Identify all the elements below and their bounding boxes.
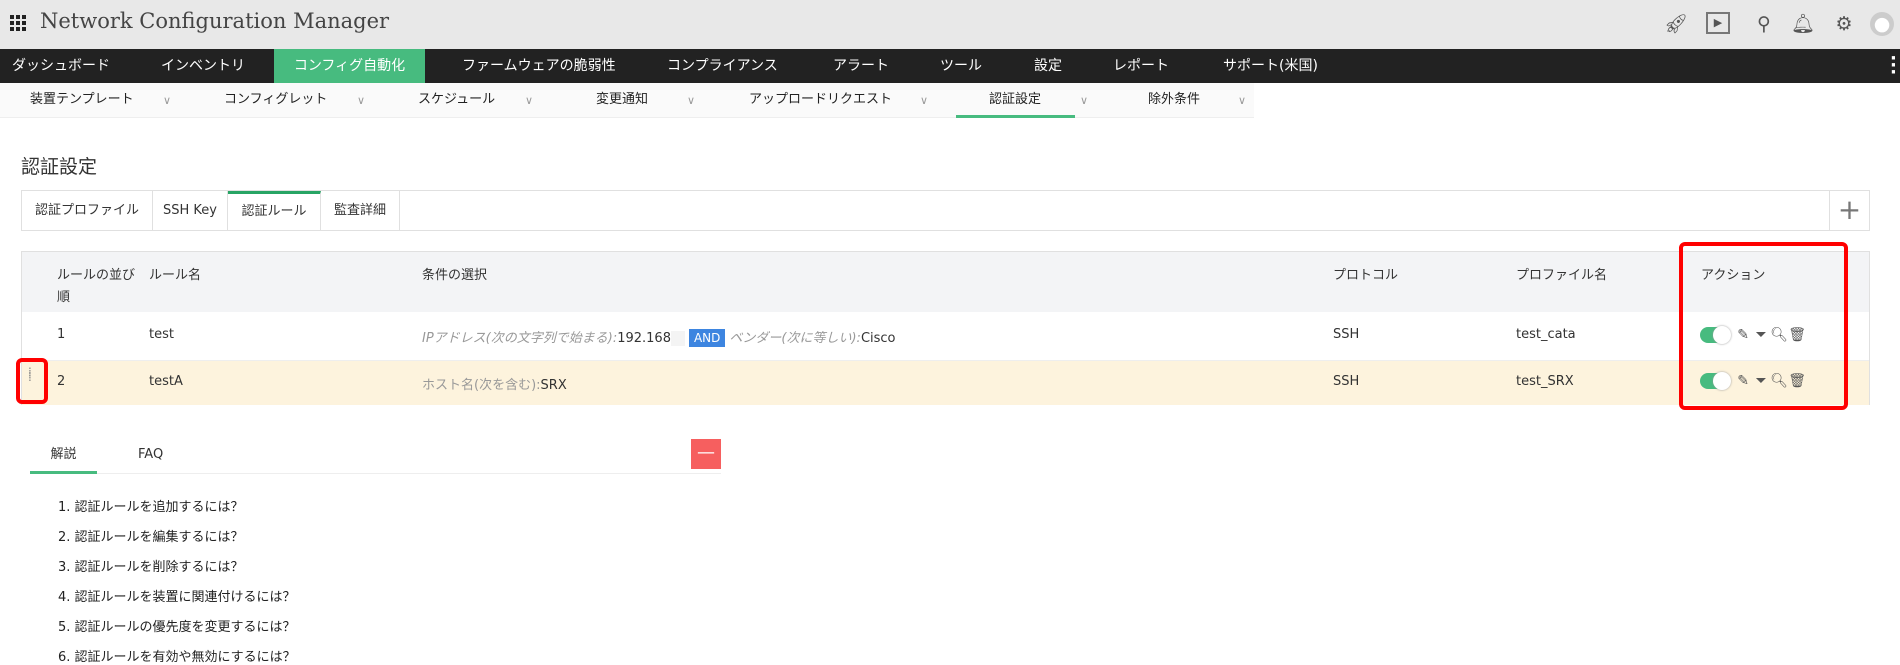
- nav-compliance[interactable]: コンプライアンス: [655, 49, 790, 83]
- subnav-configlets[interactable]: コンフィグレット: [224, 83, 327, 118]
- faq-item[interactable]: 6. 認証ルールを有効や無効にするには？: [58, 646, 296, 665]
- rule-protocol: SSH: [1333, 374, 1360, 389]
- faq-item[interactable]: 3. 認証ルールを削除するには？: [58, 556, 244, 575]
- more-menu-icon[interactable]: · · ·: [1890, 50, 1897, 82]
- chevron-down-icon[interactable]: ∨: [1080, 83, 1088, 118]
- bell-icon[interactable]: 🔔︎: [1791, 12, 1815, 36]
- nav-firmware-vulnerability[interactable]: ファームウェアの脆弱性: [450, 49, 628, 83]
- faq-item[interactable]: 4. 認証ルールを装置に関連付けるには？: [58, 586, 296, 605]
- col-condition: 条件の選択: [422, 268, 488, 283]
- nav-alerts[interactable]: アラート: [821, 49, 901, 83]
- chevron-down-icon[interactable]: ∨: [687, 83, 695, 118]
- app-title: Network Configuration Manager: [40, 9, 390, 33]
- nav-dashboard[interactable]: ダッシュボード: [0, 49, 122, 83]
- faq-item[interactable]: 1. 認証ルールを追加するには？: [58, 496, 244, 515]
- main-nav: ダッシュボード インベントリ コンフィグ自動化 ファームウェアの脆弱性 コンプラ…: [0, 49, 1900, 83]
- table-row[interactable]: 2 testA ホスト名(次を含む):SRX SSH test_SRX ✎ ⏷ 🔍︎…: [22, 361, 1869, 405]
- presentation-icon[interactable]: ▶: [1706, 12, 1730, 34]
- condition-value: SRX: [540, 378, 567, 393]
- condition-label: ホスト名(次を含む):: [422, 378, 541, 393]
- chevron-down-icon[interactable]: ∨: [1238, 83, 1246, 118]
- user-avatar-icon[interactable]: ●: [1870, 12, 1894, 36]
- chevron-down-icon[interactable]: ∨: [525, 83, 533, 118]
- nav-settings[interactable]: 設定: [1022, 49, 1074, 83]
- tab-bar: 認証プロファイル SSH Key 認証ルール 監査詳細 +: [21, 190, 1870, 231]
- tab-credential-profile[interactable]: 認証プロファイル: [22, 191, 153, 230]
- sub-nav: 装置テンプレート ∨ コンフィグレット ∨ スケジュール ∨ 変更通知 ∨ アッ…: [0, 83, 1254, 118]
- nav-tools[interactable]: ツール: [928, 49, 994, 83]
- condition-value: Cisco: [860, 331, 896, 346]
- and-badge: AND: [688, 329, 726, 347]
- help-tabs: 解説 FAQ: [30, 440, 721, 474]
- chevron-down-icon[interactable]: ∨: [357, 83, 365, 118]
- add-rule-button[interactable]: +: [1829, 191, 1869, 230]
- col-profile-name[interactable]: プロファイル名: [1516, 265, 1607, 287]
- tab-ssh-key[interactable]: SSH Key: [153, 191, 228, 230]
- annotation-highlight-actions: [1679, 242, 1848, 410]
- condition-label: ベンダー(次に等しい):: [729, 331, 861, 346]
- faq-item[interactable]: 2. 認証ルールを編集するには？: [58, 526, 244, 545]
- col-protocol[interactable]: プロトコル: [1333, 265, 1398, 287]
- condition-label: IPアドレス(次の文字列で始まる):: [422, 331, 618, 346]
- rule-order: 2: [57, 374, 66, 389]
- tab-audit-details[interactable]: 監査詳細: [321, 191, 400, 230]
- subnav-device-templates[interactable]: 装置テンプレート: [30, 83, 134, 118]
- gear-icon[interactable]: ⚙: [1832, 12, 1856, 36]
- col-order[interactable]: ルールの並び順: [57, 265, 137, 309]
- rule-protocol: SSH: [1333, 327, 1360, 342]
- col-rule-name[interactable]: ルール名: [149, 265, 201, 287]
- page-title: 認証設定: [21, 156, 98, 178]
- chevron-down-icon[interactable]: ∨: [920, 83, 928, 118]
- nav-support[interactable]: サポート(米国): [1211, 49, 1330, 83]
- annotation-highlight-drag: [16, 358, 48, 404]
- app-grid-icon[interactable]: [10, 15, 26, 31]
- help-tab-explanation[interactable]: 解説: [30, 440, 97, 474]
- subnav-upload-requests[interactable]: アップロードリクエスト: [749, 83, 892, 118]
- subnav-schedule[interactable]: スケジュール: [418, 83, 495, 118]
- rule-condition: IPアドレス(次の文字列で始まる):192.168 AND ベンダー(次に等しい)…: [422, 327, 896, 347]
- condition-value: 192.168: [617, 331, 671, 346]
- search-icon[interactable]: ⚲: [1752, 12, 1776, 36]
- faq-item[interactable]: 5. 認証ルールの優先度を変更するには？: [58, 616, 296, 635]
- rule-condition: ホスト名(次を含む):SRX: [422, 374, 567, 393]
- table-header: ルールの並び順 ルール名 条件の選択 プロトコル プロファイル名 アクション: [22, 252, 1869, 312]
- tab-credential-rules[interactable]: 認証ルール: [228, 191, 321, 230]
- rule-profile: test_cata: [1516, 327, 1576, 342]
- rule-name: test: [149, 327, 174, 342]
- nav-config-automation[interactable]: コンフィグ自動化: [274, 49, 425, 83]
- active-subnav-indicator: [956, 115, 1075, 118]
- rules-table: ルールの並び順 ルール名 条件の選択 プロトコル プロファイル名 アクション 1…: [21, 251, 1870, 405]
- subnav-credential-settings[interactable]: 認証設定: [989, 83, 1041, 118]
- nav-inventory[interactable]: インベントリ: [149, 49, 257, 83]
- collapse-help-button[interactable]: —: [691, 439, 721, 469]
- rule-name: testA: [149, 374, 183, 389]
- help-tab-faq[interactable]: FAQ: [138, 440, 163, 474]
- rule-order: 1: [57, 327, 66, 342]
- nav-reports[interactable]: レポート: [1101, 49, 1181, 83]
- table-row[interactable]: 1 test IPアドレス(次の文字列で始まる):192.168 AND ベンダー…: [22, 312, 1869, 361]
- subnav-exclusion-criteria[interactable]: 除外条件: [1148, 83, 1200, 118]
- chevron-down-icon[interactable]: ∨: [163, 83, 171, 118]
- rule-profile: test_SRX: [1516, 374, 1574, 389]
- rocket-icon[interactable]: 🚀︎: [1664, 12, 1688, 36]
- subnav-change-notification[interactable]: 変更通知: [596, 83, 648, 118]
- app-header: Network Configuration Manager 🚀︎ ▶ ⚲ 🔔︎ …: [0, 0, 1900, 49]
